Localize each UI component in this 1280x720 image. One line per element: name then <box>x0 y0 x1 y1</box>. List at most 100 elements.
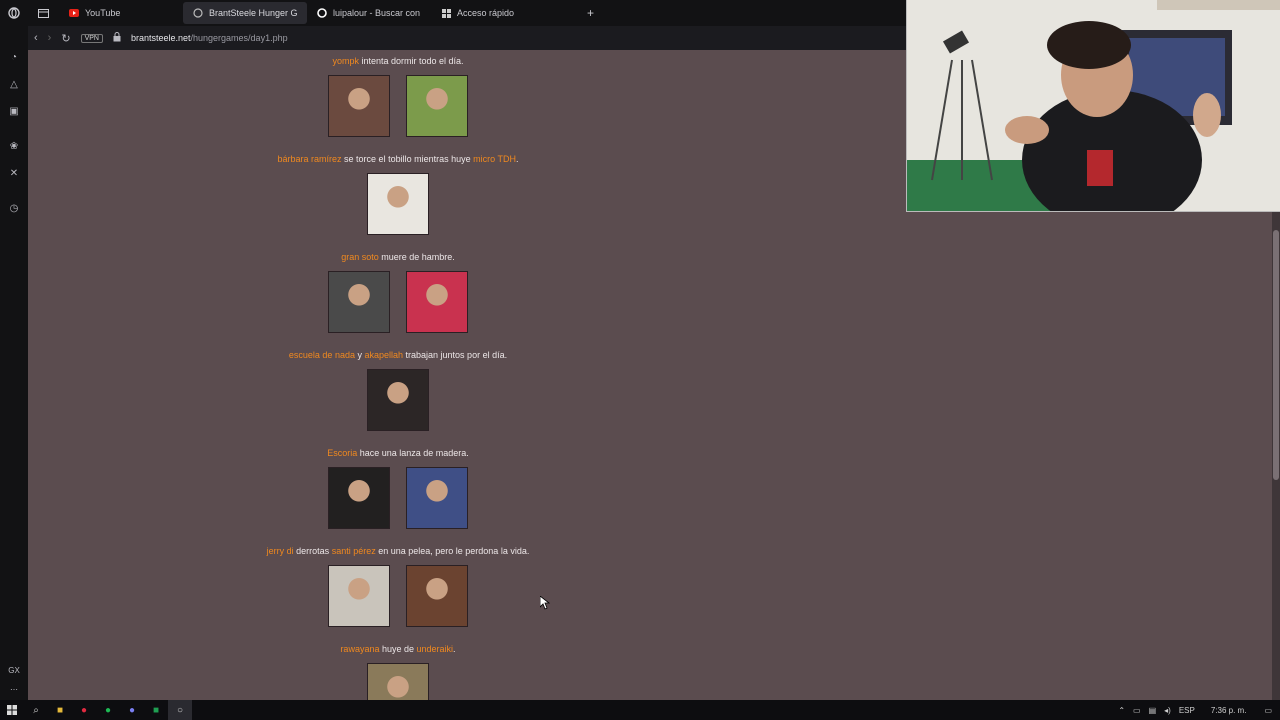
tab-google-search[interactable]: luipalour - Buscar con Google <box>307 2 431 24</box>
scrollbar-thumb[interactable] <box>1273 230 1279 480</box>
address-bar: ‹ › ↻ VPN brantsteele.net/hungergames/da… <box>28 26 908 50</box>
event-item: escuela de nada y akapellah trabajan jun… <box>228 350 568 431</box>
system-tray: ⌃ ▭ ▤ ◂) ESP 7:36 p. m. ▭ <box>1118 700 1272 720</box>
tab-brantsteele[interactable]: BrantSteele Hunger Games <box>183 2 307 24</box>
network-icon[interactable]: ▭ <box>1133 706 1141 715</box>
back-arrow-icon[interactable]: ‹ <box>34 32 38 44</box>
event-item: gran soto muere de hambre. <box>228 252 568 333</box>
tribute-avatar <box>406 75 468 137</box>
tribute-pictures <box>228 565 568 627</box>
forward-arrow-icon[interactable]: › <box>48 32 52 44</box>
file-explorer-icon[interactable]: ■ <box>48 700 72 720</box>
tribute-name: underaiki <box>416 644 454 654</box>
url-host: brantsteele.net <box>130 33 191 43</box>
event-item: bárbara ramírez se torce el tobillo mien… <box>228 154 568 235</box>
tribute-pictures <box>228 369 568 431</box>
history-icon[interactable]: ◷ <box>7 201 21 215</box>
tribute-name: rawayana <box>340 644 380 654</box>
tribute-name: akapellah <box>364 350 404 360</box>
tab-label: luipalour - Buscar con Google <box>333 8 421 18</box>
screen: YouTube BrantSteele Hunger Games luipalo… <box>0 0 1280 720</box>
youtube-icon <box>69 8 79 18</box>
google-icon <box>317 8 327 18</box>
event-text: derrotas <box>293 546 332 556</box>
discord-icon[interactable]: ● <box>120 700 144 720</box>
mouse-cursor-icon <box>540 596 550 610</box>
chevron-up-icon[interactable]: ⌃ <box>1118 706 1125 715</box>
wifi-icon[interactable]: ▤ <box>1149 706 1157 715</box>
x-twitter-icon[interactable]: ✕ <box>7 166 21 180</box>
tab-label: BrantSteele Hunger Games <box>209 8 297 18</box>
excel-icon[interactable]: ■ <box>144 700 168 720</box>
tribute-name: Escoria <box>327 448 358 458</box>
event-text: . <box>453 644 456 654</box>
speed-dial-icon[interactable]: ◔ <box>7 50 21 64</box>
tab-label: Acceso rápido <box>457 8 515 18</box>
event-caption: yompk intenta dormir todo el día. <box>228 56 568 67</box>
event-caption: Escoria hace una lanza de madera. <box>228 448 568 459</box>
event-text: muere de hambre. <box>378 252 455 262</box>
event-text: trabajan juntos por el día. <box>403 350 508 360</box>
volume-icon[interactable]: ◂) <box>1164 706 1171 715</box>
event-item: yompk intenta dormir todo el día. <box>228 56 568 137</box>
windows-start-icon[interactable] <box>0 700 24 720</box>
tab-label: YouTube <box>85 8 121 18</box>
vpn-badge[interactable]: VPN <box>80 33 103 43</box>
search-icon[interactable]: ⌕ <box>24 700 48 720</box>
tab-youtube[interactable]: YouTube <box>59 2 183 24</box>
event-text: intenta dormir todo el día. <box>358 56 464 66</box>
tribute-name: escuela de nada <box>288 350 355 360</box>
event-item: rawayana huye de underaiki. <box>228 644 568 700</box>
new-tab-button[interactable]: + <box>587 6 594 20</box>
event-caption: jerry di derrotas santi pérez en una pel… <box>228 546 568 557</box>
opera-menu-icon[interactable] <box>0 2 28 24</box>
tribute-pictures <box>228 271 568 333</box>
event-caption: bárbara ramírez se torce el tobillo mien… <box>228 154 568 165</box>
event-text: se torce el tobillo mientras huye <box>341 154 474 164</box>
more-icon[interactable]: ⋯ <box>10 685 18 694</box>
page-icon <box>193 8 203 18</box>
event-text: huye de <box>379 644 417 654</box>
event-caption: escuela de nada y akapellah trabajan jun… <box>228 350 568 361</box>
tribute-pictures <box>228 467 568 529</box>
clock[interactable]: 7:36 p. m. <box>1211 706 1247 715</box>
reload-icon[interactable]: ↻ <box>61 32 70 45</box>
tribute-pictures <box>228 75 568 137</box>
tab-acceso-rapido[interactable]: Acceso rápido <box>431 2 555 24</box>
tribute-name: jerry di <box>266 546 294 556</box>
event-text: . <box>515 154 519 164</box>
tribute-avatar <box>328 565 390 627</box>
tribute-avatar <box>367 663 429 700</box>
tribute-avatar <box>328 75 390 137</box>
url-path: /hungergames/day1.php <box>190 33 288 43</box>
chatgpt-icon[interactable]: ❀ <box>7 139 21 153</box>
browser-app-icon[interactable]: ○ <box>168 700 192 720</box>
event-caption: rawayana huye de underaiki. <box>228 644 568 655</box>
notifications-icon[interactable]: ▭ <box>1264 706 1272 715</box>
event-item: jerry di derrotas santi pérez en una pel… <box>228 546 568 627</box>
tribute-avatar <box>406 467 468 529</box>
tribute-avatar <box>367 369 429 431</box>
grid-icon <box>441 8 451 18</box>
tribute-avatar <box>406 271 468 333</box>
tribute-name: gran soto <box>341 252 379 262</box>
browser-sidebar: ◔ △ ▣ ❀ ✕ ◷ GX ⋯ <box>0 26 28 700</box>
url-field[interactable]: brantsteele.net/hungergames/day1.php <box>131 33 288 43</box>
tribute-avatar <box>328 467 390 529</box>
tribute-avatar <box>367 173 429 235</box>
opera-gx-icon[interactable]: ● <box>72 700 96 720</box>
flow-icon[interactable]: △ <box>7 77 21 91</box>
event-text: hace una lanza de madera. <box>357 448 469 458</box>
tribute-avatar <box>328 271 390 333</box>
workspaces-icon[interactable] <box>28 2 59 24</box>
tribute-name: yompk <box>332 56 359 66</box>
lock-icon <box>113 31 121 45</box>
gx-control-icon[interactable]: GX <box>8 666 20 675</box>
player-icon[interactable]: ▣ <box>7 104 21 118</box>
spotify-icon[interactable]: ● <box>96 700 120 720</box>
tribute-name: santi pérez <box>331 546 376 556</box>
tribute-pictures <box>228 663 568 700</box>
language-indicator[interactable]: ESP <box>1179 706 1195 715</box>
event-item: Escoria hace una lanza de madera. <box>228 448 568 529</box>
tribute-name: bárbara ramírez <box>277 154 342 164</box>
